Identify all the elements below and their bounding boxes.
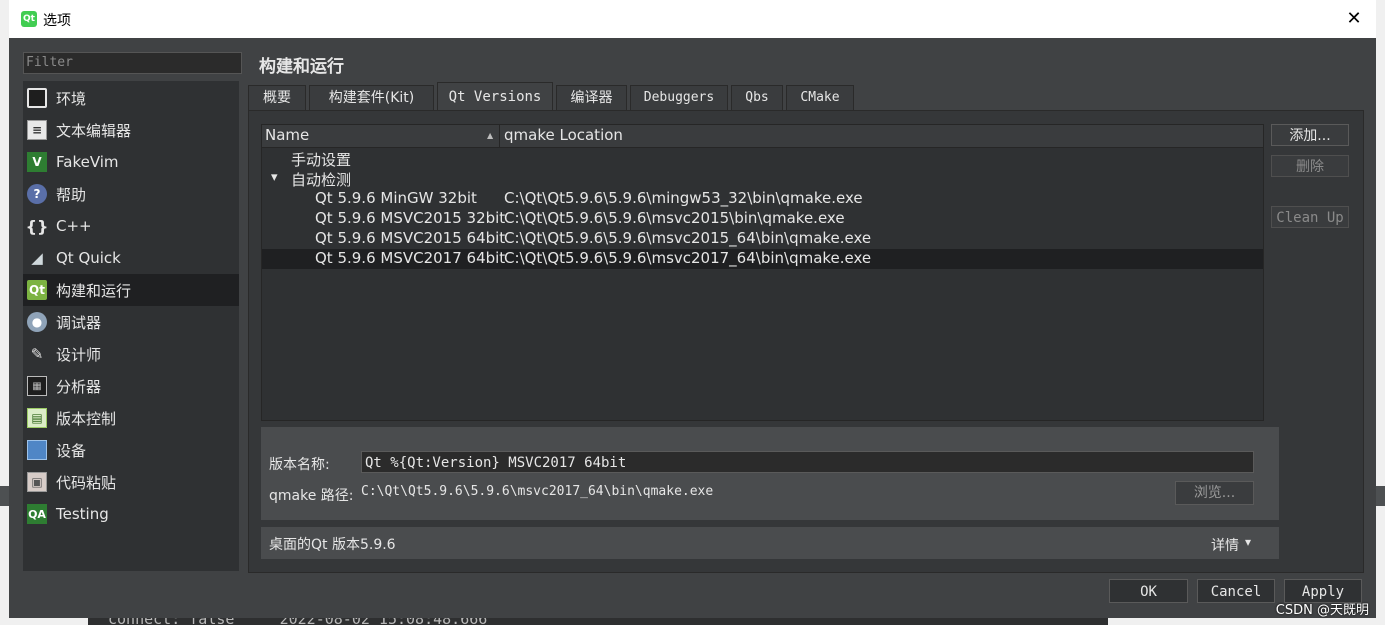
add-button[interactable]: 添加...: [1271, 124, 1349, 146]
qt-version-name: Qt 5.9.6 MSVC2015 32bit: [315, 209, 506, 227]
version-details-panel: 版本名称: Qt %{Qt:Version} MSVC2017 64bit qm…: [261, 427, 1279, 520]
sidebar-item-label: FakeVim: [56, 153, 119, 171]
sidebar-item[interactable]: 环境: [23, 82, 239, 114]
qmake-path-label: qmake 路径:: [269, 488, 354, 504]
title-bar: Qt 选项 ✕: [9, 0, 1376, 38]
tree-row[interactable]: Qt 5.9.6 MSVC2015 32bit C:\Qt\Qt5.9.6\5.…: [262, 209, 1263, 229]
qt-quick-icon: ◢: [31, 249, 43, 267]
sidebar-item[interactable]: 设备: [23, 434, 239, 466]
sidebar-item-label: 调试器: [56, 313, 102, 332]
qt-version-name: Qt 5.9.6 MSVC2017 64bit: [315, 249, 506, 267]
qa-testing-icon: QA: [27, 504, 47, 524]
sidebar-item[interactable]: QA Testing: [23, 498, 239, 530]
qt-version-name: Qt 5.9.6 MSVC2015 64bit: [315, 229, 506, 247]
sidebar-item[interactable]: V FakeVim: [23, 146, 239, 178]
version-name-input[interactable]: Qt %{Qt:Version} MSVC2017 64bit: [361, 451, 1254, 473]
browse-button[interactable]: 浏览...: [1175, 481, 1254, 505]
qmake-location: C:\Qt\Qt5.9.6\5.9.6\msvc2015\bin\qmake.e…: [504, 209, 845, 227]
version-info-bar: 桌面的Qt 版本5.9.6 详情 ▾: [261, 527, 1279, 559]
column-header-qmake-location[interactable]: qmake Location: [504, 126, 623, 144]
device-icon: [27, 440, 47, 460]
sidebar-item-label: 文本编辑器: [56, 121, 132, 140]
sort-ascending-icon: ▲: [487, 131, 494, 140]
fakevim-icon: V: [27, 152, 47, 172]
watermark: CSDN @天既明: [1275, 603, 1369, 618]
qt-version-name: Qt 5.9.6 MinGW 32bit: [315, 189, 477, 207]
details-toggle[interactable]: 详情: [1211, 535, 1239, 555]
sidebar-item[interactable]: ? 帮助: [23, 178, 239, 210]
sidebar-item-label: 代码粘贴: [56, 473, 117, 492]
text-editor-icon: ≡: [27, 120, 47, 140]
group-label: 手动设置: [291, 151, 352, 169]
sidebar-item[interactable]: ▤ 版本控制: [23, 402, 239, 434]
close-button[interactable]: ✕: [1342, 8, 1366, 30]
monitor-icon: [27, 88, 47, 108]
sidebar-item-label: 环境: [56, 89, 87, 108]
sidebar-item[interactable]: ≡ 文本编辑器: [23, 114, 239, 146]
version-control-icon: ▤: [27, 408, 47, 428]
sidebar-item-label: Testing: [56, 505, 109, 523]
sidebar-item-label: Qt Quick: [56, 249, 121, 267]
tab-cmake[interactable]: CMake: [786, 85, 854, 111]
tab-overview[interactable]: 概要: [248, 85, 306, 111]
code-paste-icon: ▣: [27, 472, 47, 492]
column-header-name[interactable]: Name: [265, 126, 309, 144]
sidebar-item[interactable]: Qt 构建和运行: [23, 274, 239, 306]
sidebar-item[interactable]: ▣ 代码粘贴: [23, 466, 239, 498]
tree-row[interactable]: Qt 5.9.6 MinGW 32bit C:\Qt\Qt5.9.6\5.9.6…: [262, 189, 1263, 209]
sidebar-item-label: 设计师: [56, 345, 102, 364]
background-window-strip: [1376, 486, 1385, 506]
analyzer-icon: ▦: [27, 376, 47, 396]
qmake-location: C:\Qt\Qt5.9.6\5.9.6\msvc2015_64\bin\qmak…: [504, 229, 872, 247]
designer-icon: ✎: [30, 345, 44, 363]
remove-button[interactable]: 删除: [1271, 155, 1349, 177]
sidebar-item[interactable]: ◢ Qt Quick: [23, 242, 239, 274]
version-name-label: 版本名称:: [269, 457, 330, 473]
expand-arrow-icon[interactable]: ▾: [271, 170, 278, 185]
qmake-location: C:\Qt\Qt5.9.6\5.9.6\mingw53_32\bin\qmake…: [504, 189, 863, 207]
sidebar-item-label: 构建和运行: [56, 281, 132, 300]
sidebar-item[interactable]: ● 调试器: [23, 306, 239, 338]
tree-group-manual[interactable]: 手动设置: [262, 149, 1263, 169]
tree-header: Name ▲ qmake Location: [262, 125, 1263, 148]
tree-row[interactable]: Qt 5.9.6 MSVC2015 64bit C:\Qt\Qt5.9.6\5.…: [262, 229, 1263, 249]
qt-versions-tree[interactable]: Name ▲ qmake Location 手动设置 ▾ 自动检测 Qt 5.9…: [261, 124, 1264, 421]
tab-qbs[interactable]: Qbs: [731, 85, 783, 111]
tab-debuggers[interactable]: Debuggers: [630, 85, 728, 111]
cancel-button[interactable]: Cancel: [1197, 579, 1275, 603]
page-title: 构建和运行: [259, 57, 344, 77]
tab-kits[interactable]: 构建套件(Kit): [309, 85, 434, 111]
filter-input[interactable]: Filter: [23, 52, 242, 74]
cpp-braces-icon: {}: [25, 216, 49, 236]
help-icon: ?: [27, 184, 47, 204]
clean-up-button[interactable]: Clean Up: [1271, 206, 1349, 228]
version-info-text: 桌面的Qt 版本5.9.6: [269, 537, 396, 553]
tree-group-auto-detected[interactable]: ▾ 自动检测: [262, 169, 1263, 189]
qt-versions-pane: Name ▲ qmake Location 手动设置 ▾ 自动检测 Qt 5.9…: [248, 110, 1364, 573]
debugger-icon: ●: [27, 312, 47, 332]
column-divider[interactable]: [499, 125, 500, 147]
tab-qt-versions[interactable]: Qt Versions: [437, 82, 553, 112]
options-dialog: Filter 环境 ≡ 文本编辑器 V FakeVim? 帮助 {} C++ ◢ Qt Quick…: [9, 38, 1376, 618]
qt-app-icon: Qt: [21, 11, 37, 27]
sidebar-item-label: 帮助: [56, 185, 87, 204]
sidebar-item[interactable]: ▦ 分析器: [23, 370, 239, 402]
qmake-path-value: C:\Qt\Qt5.9.6\5.9.6\msvc2017_64\bin\qmak…: [361, 484, 714, 499]
chevron-down-icon[interactable]: ▾: [1245, 535, 1251, 549]
tab-compilers[interactable]: 编译器: [556, 85, 627, 111]
tree-row-selected[interactable]: Qt 5.9.6 MSVC2017 64bit C:\Qt\Qt5.9.6\5.…: [262, 249, 1263, 269]
sidebar-item-label: 版本控制: [56, 409, 117, 428]
ok-button[interactable]: OK: [1109, 579, 1188, 603]
sidebar-item-label: 设备: [56, 441, 87, 460]
qmake-location: C:\Qt\Qt5.9.6\5.9.6\msvc2017_64\bin\qmak…: [504, 249, 872, 267]
sidebar-item[interactable]: ✎ 设计师: [23, 338, 239, 370]
sidebar-item-label: 分析器: [56, 377, 102, 396]
background-window-strip: [0, 486, 9, 506]
sidebar-item[interactable]: {} C++: [23, 210, 239, 242]
category-sidebar: 环境 ≡ 文本编辑器 V FakeVim? 帮助 {} C++ ◢ Qt Quick Qt 构建和运行…: [23, 81, 239, 571]
build-run-icon: Qt: [27, 280, 47, 300]
group-label: 自动检测: [291, 171, 352, 189]
window-title: 选项: [43, 13, 71, 29]
sidebar-item-label: C++: [56, 217, 92, 235]
